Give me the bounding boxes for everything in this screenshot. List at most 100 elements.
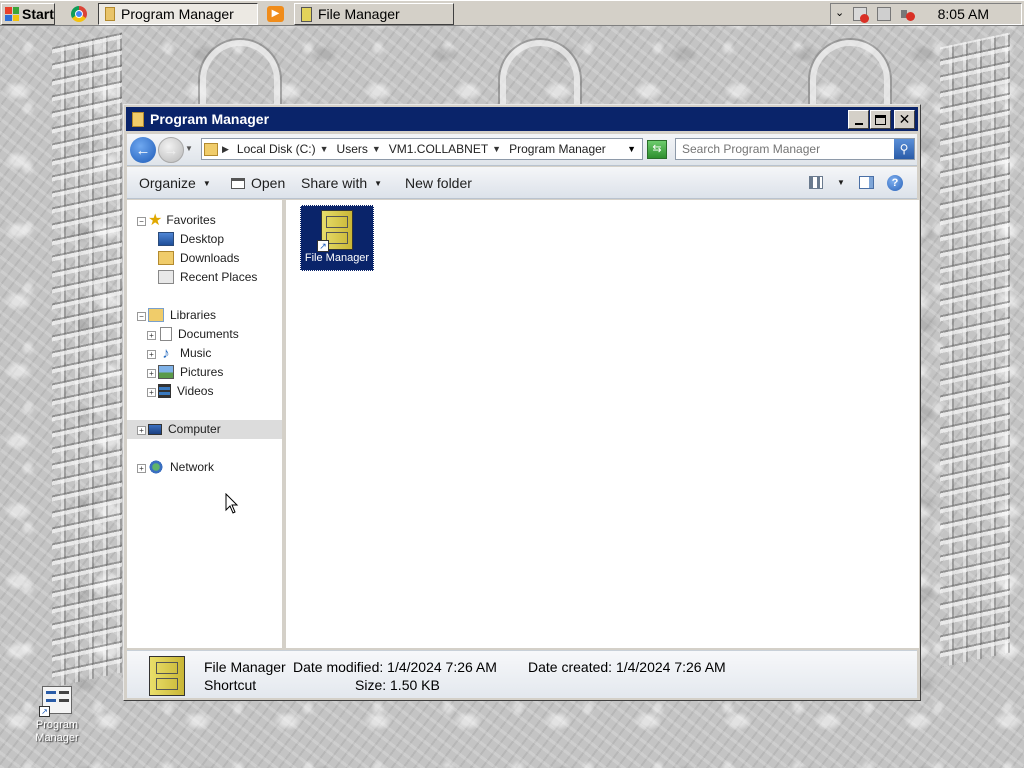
forward-button[interactable]: → (158, 137, 184, 163)
nav-videos[interactable]: Videos (158, 382, 213, 400)
file-list[interactable]: ↗ File Manager (286, 200, 919, 648)
chevron-down-icon[interactable]: ▼ (837, 178, 845, 187)
view-options-icon[interactable] (809, 176, 823, 189)
clock[interactable]: 8:05 AM (938, 6, 989, 22)
shortcut-arrow-icon: ↗ (317, 240, 329, 252)
mouse-cursor-icon (225, 493, 239, 514)
nav-label: Network (170, 460, 215, 474)
refresh-button[interactable]: ⇆ (647, 140, 667, 159)
recent-places-icon (158, 270, 174, 284)
address-dropdown[interactable]: ▼ (627, 144, 636, 154)
breadcrumb-item[interactable]: Users (337, 142, 368, 156)
preview-pane-icon[interactable] (859, 176, 874, 189)
power-icon[interactable] (877, 7, 891, 21)
search-icon[interactable]: ⚲ (894, 139, 914, 159)
close-button[interactable]: ✕ (894, 110, 915, 129)
file-cabinet-icon: ↗ (317, 210, 353, 252)
file-cabinet-icon (301, 6, 312, 22)
chevron-down-icon[interactable]: ⌄ (835, 6, 844, 19)
task-program-manager[interactable]: Program Manager (98, 3, 258, 25)
details-pane: File Manager Date modified: 1/4/2024 7:2… (127, 650, 917, 698)
nav-computer[interactable]: Computer (148, 420, 221, 438)
breadcrumb-separator[interactable]: ▼ (372, 144, 381, 154)
address-row: ← → ▼ ▶ Local Disk (C:) ▼ Users ▼ VM1.CO… (127, 134, 917, 166)
task-file-manager[interactable]: File Manager (294, 3, 454, 25)
expand-videos[interactable]: + (147, 388, 156, 397)
explorer-window: Program Manager ✕ ← → ▼ ▶ Local Disk (C:… (123, 104, 921, 701)
task-label: File Manager (318, 6, 400, 22)
window-icon (231, 177, 245, 189)
file-item[interactable]: ↗ File Manager (300, 205, 374, 271)
breadcrumb-separator[interactable]: ▼ (492, 144, 501, 154)
breadcrumb-separator[interactable]: ▼ (320, 144, 329, 154)
downloads-folder-icon (158, 251, 174, 265)
window-title: Program Manager (150, 111, 270, 127)
folder-icon (132, 111, 144, 127)
address-bar[interactable]: ▶ Local Disk (C:) ▼ Users ▼ VM1.COLLABNE… (201, 138, 643, 160)
title-bar[interactable]: Program Manager ✕ (126, 107, 918, 131)
organize-button[interactable]: Organize ▼ (139, 175, 211, 191)
pictures-icon (158, 365, 174, 379)
nav-label: Recent Places (180, 270, 258, 284)
collapse-favorites[interactable]: − (137, 217, 146, 226)
details-name: File Manager (204, 659, 286, 675)
nav-libraries[interactable]: Libraries (148, 306, 216, 324)
nav-music[interactable]: ♪ Music (158, 344, 211, 362)
nav-label: Libraries (170, 308, 217, 322)
star-icon: ★ (148, 212, 163, 229)
new-folder-button[interactable]: New folder (405, 175, 472, 191)
collapse-libraries[interactable]: − (137, 312, 146, 321)
chrome-icon[interactable] (71, 6, 87, 22)
organize-label: Organize (139, 175, 196, 191)
file-name: File Manager (304, 252, 370, 264)
breadcrumb-item[interactable]: Local Disk (C:) (237, 142, 316, 156)
details-date-created: Date created: 1/4/2024 7:26 AM (528, 659, 726, 675)
back-button[interactable]: ← (130, 137, 156, 163)
start-label: Start (22, 6, 54, 22)
breadcrumb-separator[interactable]: ▶ (222, 144, 229, 155)
media-player-icon[interactable]: ▶ (267, 6, 284, 22)
arrow-right-icon: → (163, 141, 179, 159)
open-label: Open (251, 175, 286, 191)
nav-desktop[interactable]: Desktop (158, 230, 224, 248)
expand-documents[interactable]: + (147, 331, 156, 340)
libraries-icon (148, 308, 164, 322)
minimize-button[interactable] (848, 110, 869, 129)
maximize-button[interactable] (870, 110, 891, 129)
program-manager-icon: ↗ (39, 686, 72, 717)
nav-documents[interactable]: Documents (158, 325, 239, 343)
details-type: Shortcut (204, 677, 257, 693)
search-box[interactable]: ⚲ (675, 138, 915, 160)
nav-pictures[interactable]: Pictures (158, 363, 223, 381)
documents-icon (160, 327, 172, 341)
search-input[interactable] (682, 140, 890, 158)
nav-label: Pictures (180, 365, 224, 379)
breadcrumb-item[interactable]: VM1.COLLABNET (389, 142, 488, 156)
expand-music[interactable]: + (147, 350, 156, 359)
breadcrumb-item[interactable]: Program Manager (509, 142, 606, 156)
nav-label: Desktop (180, 232, 225, 246)
nav-network[interactable]: Network (148, 458, 214, 476)
nav-label: Music (180, 346, 212, 360)
nav-favorites[interactable]: ★ Favorites (148, 211, 216, 229)
share-label: Share with (301, 175, 368, 191)
nav-recent-places[interactable]: Recent Places (158, 268, 257, 286)
system-tray: ⌄ 8:05 AM (830, 3, 1022, 25)
desktop-pattern-left (52, 32, 122, 688)
expand-pictures[interactable]: + (147, 369, 156, 378)
arrow-left-icon: ← (135, 141, 151, 159)
expand-computer[interactable]: + (137, 426, 146, 435)
expand-network[interactable]: + (137, 464, 146, 473)
folder-icon (105, 7, 115, 21)
network-error-icon[interactable] (853, 7, 869, 23)
open-button[interactable]: Open (231, 175, 285, 191)
volume-muted-icon[interactable] (901, 7, 915, 21)
desktop-pattern-right (940, 32, 1010, 668)
share-with-button[interactable]: Share with ▼ (301, 175, 382, 191)
nav-downloads[interactable]: Downloads (158, 249, 239, 267)
desktop-icon-program-manager[interactable]: ↗ Program Manager (30, 686, 84, 745)
recent-pages-dropdown[interactable]: ▼ (185, 144, 193, 153)
help-icon[interactable]: ? (887, 175, 903, 191)
start-button[interactable]: Start (1, 3, 55, 25)
nav-label: Documents (178, 327, 239, 341)
